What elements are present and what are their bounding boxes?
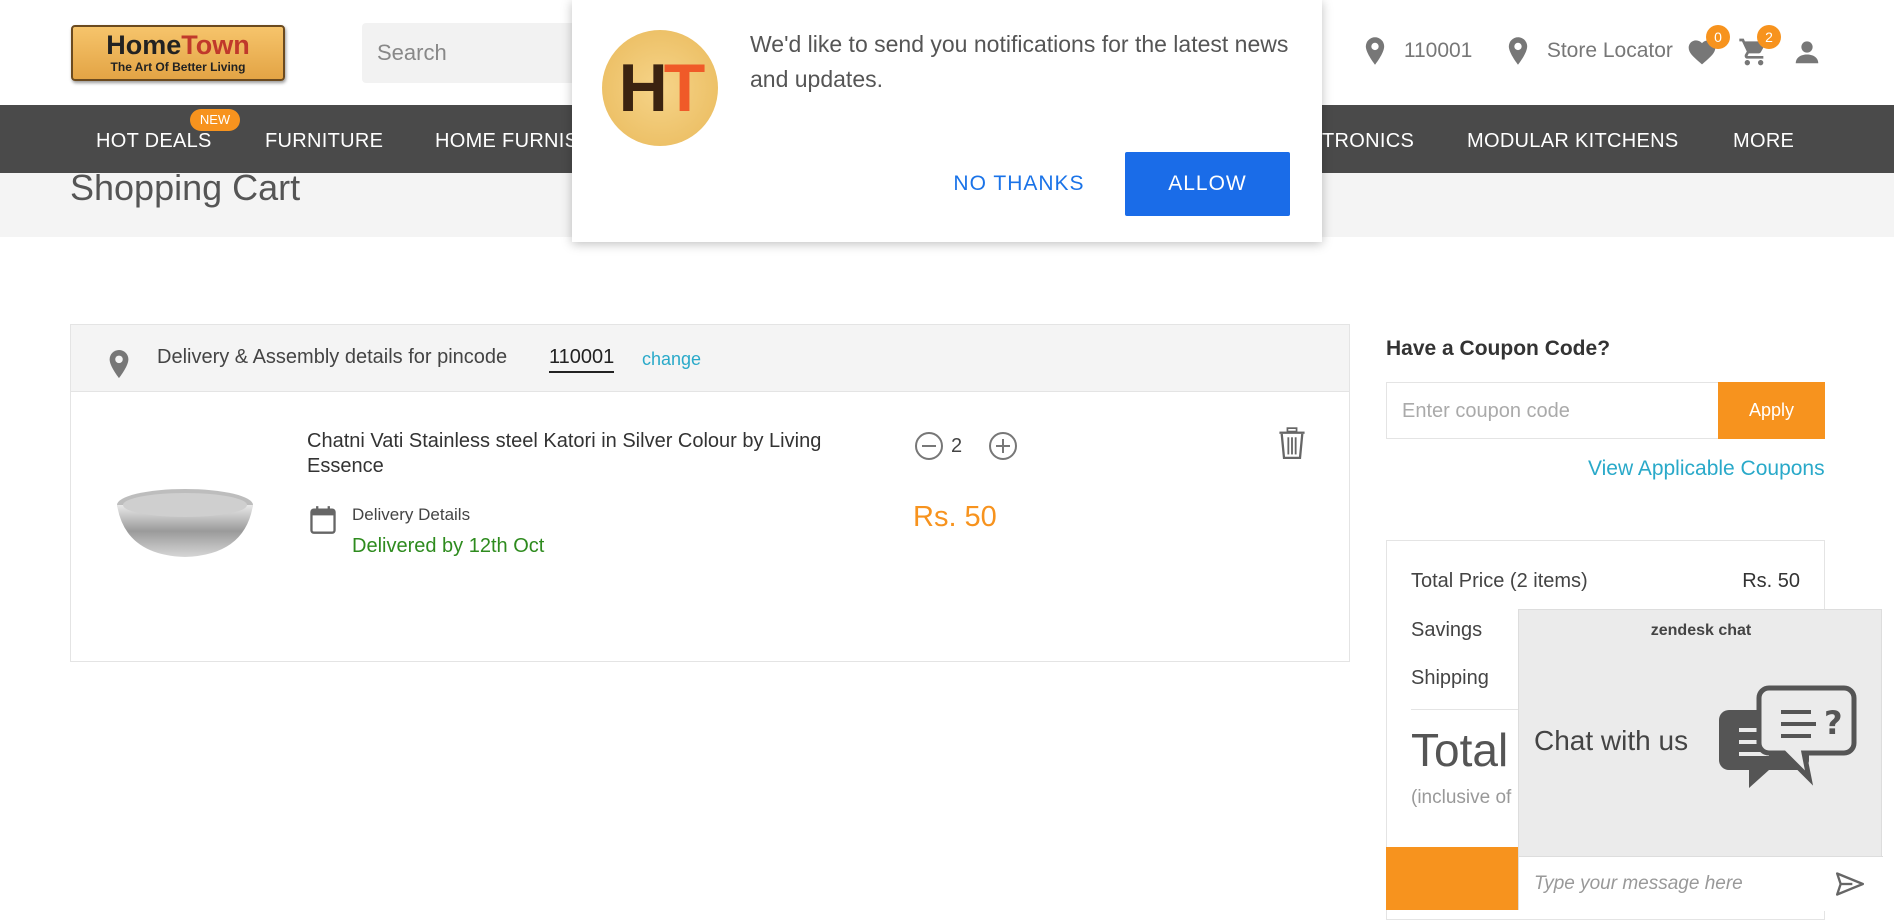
new-badge: NEW [190, 109, 240, 131]
delivery-label: Delivery & Assembly details for pincode [157, 346, 508, 368]
svg-text:?: ? [1824, 704, 1843, 742]
wishlist-count-badge: 0 [1706, 25, 1730, 49]
page-title: Shopping Cart [70, 167, 301, 208]
chat-bubbles-icon: ? [1719, 685, 1857, 788]
product-image[interactable] [115, 485, 255, 561]
pincode-text: 110001 [1403, 39, 1473, 62]
hometown-logo[interactable]: HomeTown The Art Of Better Living [71, 25, 285, 81]
delivery-date: Delivered by 12th Oct [352, 535, 545, 557]
notification-message: We'd like to send you notifications for … [750, 31, 1289, 92]
store-locator-label: Store Locator [1546, 39, 1673, 62]
apply-coupon-button[interactable]: Apply [1718, 382, 1825, 439]
logo-tagline: The Art Of Better Living [110, 60, 246, 74]
chat-message-input[interactable]: Type your message here [1519, 856, 1883, 911]
cart-count-badge: 2 [1757, 25, 1781, 49]
zendesk-chat-widget[interactable]: zendesk chat Chat with us ? Type your me… [1518, 609, 1883, 911]
store-locator-link[interactable]: Store Locator [1507, 34, 1673, 68]
chat-brand: zendesk chat [1650, 622, 1752, 639]
decrease-quantity-icon[interactable] [914, 431, 944, 461]
location-pin-icon [1365, 37, 1385, 66]
product-name[interactable]: Chatni Vati Stainless steel Katori in Si… [307, 429, 867, 479]
send-icon[interactable] [1836, 872, 1864, 896]
hometown-ht-logo: HT [602, 30, 718, 146]
coupon-code-input[interactable]: Enter coupon code [1386, 382, 1719, 439]
savings-label: Savings [1411, 619, 1483, 641]
delivery-pincode-bar: Delivery & Assembly details for pincode … [71, 325, 1349, 392]
change-pincode-link[interactable]: change [642, 349, 701, 370]
quantity-value: 2 [951, 435, 963, 457]
chat-title: Chat with us [1534, 725, 1689, 756]
cart-items-panel: Delivery & Assembly details for pincode … [70, 324, 1350, 662]
logo-main-text: Home [106, 30, 182, 60]
allow-button[interactable]: ALLOW [1125, 152, 1290, 216]
store-pin-icon [1508, 37, 1528, 66]
view-applicable-coupons-link[interactable]: View Applicable Coupons [1588, 457, 1825, 481]
inclusive-note: (inclusive of [1411, 787, 1512, 808]
total-price-label: Total Price (2 items) [1411, 570, 1588, 592]
total-price-value: Rs. 50 [1742, 570, 1800, 592]
nav-electronics[interactable]: TRONICS [1322, 105, 1414, 177]
user-account-icon[interactable] [1792, 36, 1822, 68]
coupon-heading: Have a Coupon Code? [1386, 337, 1611, 360]
shipping-label: Shipping [1411, 667, 1489, 689]
nav-home-furnishing[interactable]: HOME FURNIS [435, 105, 578, 177]
location-pin-icon [109, 349, 129, 379]
search-input[interactable]: Search [362, 23, 602, 83]
increase-quantity-icon[interactable] [988, 431, 1018, 461]
nav-modular-kitchens[interactable]: MODULAR KITCHENS [1467, 105, 1679, 177]
logo-accent-text: Town [181, 30, 250, 60]
delivery-details-label: Delivery Details [352, 505, 471, 524]
delete-trash-icon[interactable] [1278, 427, 1306, 459]
calendar-icon [310, 506, 336, 534]
delivery-pincode: 110001 [549, 346, 615, 373]
pincode-selector[interactable]: 110001 [1364, 34, 1472, 68]
total-label: Total [1411, 724, 1509, 776]
notification-permission-popup: HT We'd like to send you notifications f… [572, 0, 1322, 242]
product-price: Rs. 50 [913, 501, 997, 533]
no-thanks-button[interactable]: NO THANKS [934, 152, 1104, 216]
nav-more[interactable]: MORE [1733, 105, 1794, 177]
